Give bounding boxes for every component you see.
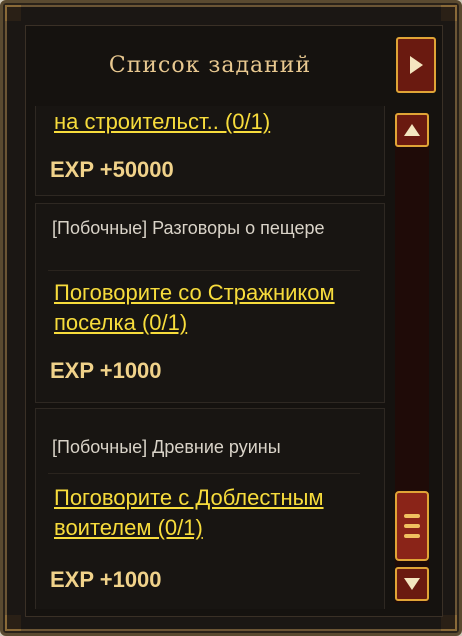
grip-icon (404, 524, 420, 528)
quest-exp-reward: EXP +1000 (50, 358, 162, 383)
triangle-up-icon (404, 124, 420, 136)
collapse-panel-button[interactable] (396, 37, 436, 93)
quest-task-link[interactable]: на строительст.. (0/1) (54, 107, 374, 141)
quest-task-link[interactable]: Поговорите со Стражником поселка (0/1) (54, 278, 374, 348)
quest-list: на строительст.. (0/1) EXP +50000 [Побоч… (35, 106, 387, 609)
quest-task-link[interactable]: Поговорите с Доблестным воителем (0/1) (54, 483, 374, 553)
quest-exp-reward: EXP +1000 (50, 567, 162, 592)
divider (48, 270, 360, 271)
scroll-down-button[interactable] (395, 567, 429, 601)
quest-scrollbar[interactable] (395, 113, 429, 603)
scroll-up-button[interactable] (395, 113, 429, 147)
frame-corner-ornament (441, 5, 457, 21)
divider (48, 473, 360, 474)
scroll-thumb[interactable] (395, 491, 429, 561)
triangle-right-icon (410, 56, 423, 74)
quest-category: [Побочные] Разговоры о пещере (52, 218, 325, 238)
quest-category: [Побочные] Древние руины (52, 437, 281, 457)
quest-card: на строительст.. (0/1) EXP +50000 (35, 106, 385, 196)
quest-exp-reward: EXP +50000 (50, 157, 174, 182)
frame-corner-ornament (5, 5, 21, 21)
grip-icon (404, 514, 420, 518)
quest-card: [Побочные] Древние руины Поговорите с До… (35, 408, 385, 609)
panel-title: Список заданий (108, 52, 312, 78)
grip-icon (404, 534, 420, 538)
quest-panel: Список заданий на строительст.. (0/1) EX… (0, 0, 462, 636)
frame-corner-ornament (5, 615, 21, 631)
quest-card: [Побочные] Разговоры о пещере Поговорите… (35, 203, 385, 403)
frame-corner-ornament (441, 615, 457, 631)
triangle-down-icon (404, 578, 420, 590)
